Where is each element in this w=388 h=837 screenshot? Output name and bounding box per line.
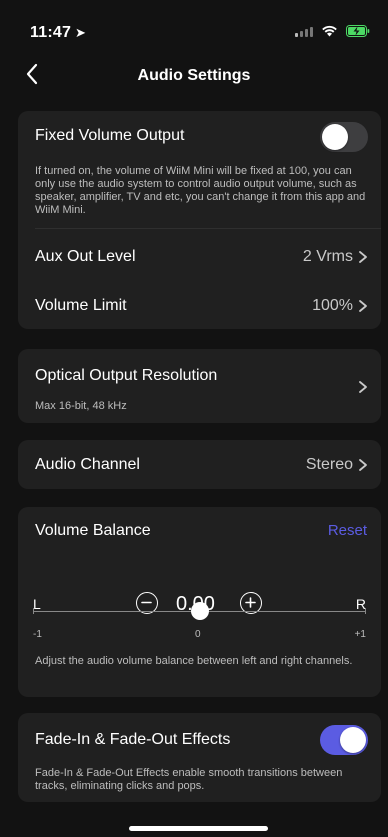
chevron-right-icon <box>359 381 367 393</box>
fade-effects-label: Fade-In & Fade-Out Effects <box>35 731 231 748</box>
navigation-bar: Audio Settings <box>0 55 388 95</box>
plus-icon <box>245 597 256 608</box>
status-time: 11:47 ➤ <box>30 24 86 42</box>
volume-limit-label: Volume Limit <box>35 297 127 314</box>
cellular-signal-icon <box>295 25 313 37</box>
audio-channel-label: Audio Channel <box>35 456 140 473</box>
minus-icon <box>141 601 152 604</box>
slider-tick-max <box>365 608 366 614</box>
optical-output-label: Optical Output Resolution <box>35 367 218 384</box>
optical-output-card[interactable]: Optical Output Resolution Max 16-bit, 48… <box>18 349 381 423</box>
toggle-knob <box>322 124 348 150</box>
reset-button[interactable]: Reset <box>328 522 367 539</box>
slider-tick-min <box>33 608 34 614</box>
volume-balance-card: Volume Balance Reset L R 0.00 -1 0 +1 Ad… <box>18 507 381 697</box>
slider-knob[interactable] <box>190 602 209 620</box>
output-settings-card: Fixed Volume Output If turned on, the vo… <box>18 111 381 329</box>
divider <box>35 228 381 229</box>
volume-balance-description: Adjust the audio volume balance between … <box>35 655 353 667</box>
fade-effects-toggle[interactable] <box>320 725 368 755</box>
chevron-right-icon <box>359 300 367 312</box>
audio-channel-value: Stereo <box>305 456 353 473</box>
status-bar: 11:47 ➤ <box>0 0 388 50</box>
audio-channel-card[interactable]: Audio Channel Stereo <box>18 440 381 489</box>
fade-effects-card: Fade-In & Fade-Out Effects Fade-In & Fad… <box>18 713 381 802</box>
chevron-right-icon <box>359 459 367 471</box>
volume-balance-label: Volume Balance <box>35 522 151 539</box>
toggle-knob <box>340 727 366 753</box>
fixed-volume-label: Fixed Volume Output <box>35 127 185 144</box>
aux-out-level-value: 2 Vrms <box>302 248 353 265</box>
fixed-volume-toggle[interactable] <box>320 122 368 152</box>
page-title: Audio Settings <box>137 67 251 84</box>
wifi-icon <box>321 24 338 37</box>
status-icons <box>295 24 370 37</box>
fade-effects-description: Fade-In & Fade-Out Effects enable smooth… <box>35 767 343 792</box>
volume-limit-value: 100% <box>312 297 353 314</box>
battery-charging-icon <box>346 24 370 37</box>
fixed-volume-description: If turned on, the volume of WiiM Mini wi… <box>35 165 366 216</box>
slider-min-label: -1 <box>33 629 42 640</box>
status-time-text: 11:47 <box>30 24 72 41</box>
chevron-right-icon <box>359 251 367 263</box>
location-arrow-icon: ➤ <box>75 25 87 40</box>
optical-output-subtitle: Max 16-bit, 48 kHz <box>35 400 127 412</box>
slider-mid-label: 0 <box>195 629 201 640</box>
home-indicator <box>129 826 268 831</box>
aux-out-level-label: Aux Out Level <box>35 248 136 265</box>
slider-max-label: +1 <box>354 629 366 640</box>
left-channel-label: L <box>33 596 41 612</box>
